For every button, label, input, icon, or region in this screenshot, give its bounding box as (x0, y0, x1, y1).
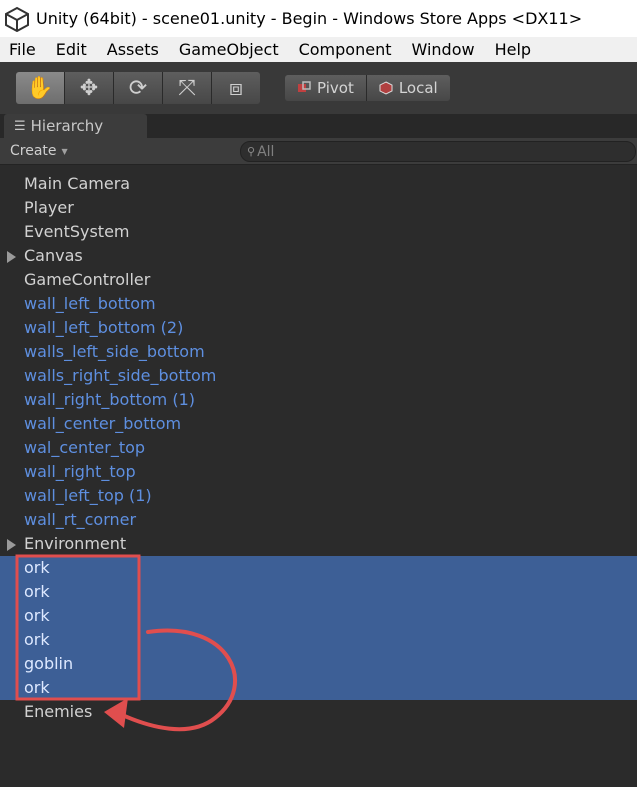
search-icon: ⚲ (247, 145, 256, 158)
hierarchy-item-label: wall_right_top (24, 462, 136, 481)
rotate-icon: ⟳ (128, 75, 148, 101)
menu-component[interactable]: Component (289, 40, 402, 59)
local-label: Local (398, 79, 438, 97)
scale-icon: ⤧ (178, 75, 196, 101)
hierarchy-item-label: Canvas (24, 246, 83, 265)
panel-tab-strip: ☰ Hierarchy (0, 114, 637, 138)
hierarchy-item-label: ork (24, 678, 50, 697)
hierarchy-item-label: wall_rt_corner (24, 510, 137, 529)
hand-icon: ✋ (26, 75, 54, 101)
hierarchy-item-label: EventSystem (24, 222, 130, 241)
hierarchy-item-label: Main Camera (24, 174, 131, 193)
hierarchy-item[interactable]: Enemies (0, 700, 637, 724)
hierarchy-item-label: wall_right_bottom (1) (24, 390, 195, 409)
search-placeholder: All (257, 143, 275, 160)
hierarchy-item-label: wall_left_bottom (24, 294, 156, 313)
pivot-controls: Pivot Local (285, 75, 450, 101)
rect-tool-button[interactable]: ⧈ (212, 72, 260, 104)
menu-assets[interactable]: Assets (97, 40, 169, 59)
rotate-tool-button[interactable]: ⟳ (114, 72, 163, 104)
list-icon: ☰ (14, 118, 26, 134)
hierarchy-item-label: ork (24, 630, 50, 649)
transform-tools: ✋ ✥ ⟳ ⤧ ⧈ (16, 72, 260, 104)
hierarchy-item[interactable]: GameController (0, 268, 637, 292)
hierarchy-item[interactable]: Environment (0, 532, 637, 556)
hierarchy-item-label: ork (24, 606, 50, 625)
scale-tool-button[interactable]: ⤧ (163, 72, 212, 104)
rect-icon: ⧈ (229, 75, 243, 101)
hierarchy-item[interactable]: ork (0, 556, 637, 580)
hierarchy-tree: Main Camera Player EventSystem Canvas GameCo… (0, 172, 637, 724)
hierarchy-toolbar: Create ▼ ⚲ All (0, 138, 637, 165)
hierarchy-item[interactable]: wall_left_bottom (0, 292, 637, 316)
hierarchy-item[interactable]: wall_right_bottom (1) (0, 388, 637, 412)
local-toggle-button[interactable]: Local (366, 75, 450, 101)
move-tool-button[interactable]: ✥ (65, 72, 114, 104)
menu-window[interactable]: Window (401, 40, 484, 59)
hierarchy-item[interactable]: wal_center_top (0, 436, 637, 460)
dropdown-arrow-icon: ▼ (61, 146, 68, 156)
hierarchy-item-label: ork (24, 558, 50, 577)
create-label: Create (10, 143, 57, 159)
hierarchy-item-label: wall_left_bottom (2) (24, 318, 184, 337)
create-dropdown[interactable]: Create ▼ (10, 141, 68, 161)
expand-arrow-icon[interactable] (7, 251, 16, 263)
hierarchy-item[interactable]: walls_left_side_bottom (0, 340, 637, 364)
hierarchy-item[interactable]: EventSystem (0, 220, 637, 244)
unity-logo-icon (5, 6, 29, 32)
hierarchy-item-label: wall_center_bottom (24, 414, 182, 433)
hierarchy-item[interactable]: goblin (0, 652, 637, 676)
hierarchy-item-label: ork (24, 582, 50, 601)
hierarchy-item[interactable]: wall_left_top (1) (0, 484, 637, 508)
hierarchy-item-label: walls_right_side_bottom (24, 366, 217, 385)
hierarchy-item[interactable]: wall_rt_corner (0, 508, 637, 532)
expand-arrow-icon[interactable] (7, 539, 16, 551)
hierarchy-item[interactable]: Main Camera (0, 172, 637, 196)
hierarchy-item[interactable]: wall_right_top (0, 460, 637, 484)
hierarchy-item[interactable]: Canvas (0, 244, 637, 268)
hierarchy-item[interactable]: walls_right_side_bottom (0, 364, 637, 388)
hierarchy-item[interactable]: ork (0, 676, 637, 700)
move-icon: ✥ (79, 75, 99, 101)
pivot-toggle-button[interactable]: Pivot (285, 75, 367, 101)
hierarchy-item[interactable]: ork (0, 580, 637, 604)
hierarchy-item[interactable]: wall_center_bottom (0, 412, 637, 436)
toolbar: ✋ ✥ ⟳ ⤧ ⧈ Pivot Local (0, 62, 637, 114)
tab-hierarchy-label: Hierarchy (30, 117, 104, 135)
pivot-label: Pivot (317, 79, 354, 97)
window-title: Unity (64bit) - scene01.unity - Begin - … (36, 9, 583, 28)
hierarchy-item[interactable]: Player (0, 196, 637, 220)
hierarchy-item-label: GameController (24, 270, 151, 289)
hand-tool-button[interactable]: ✋ (16, 72, 65, 104)
hierarchy-item-label: wal_center_top (24, 438, 146, 457)
title-bar: Unity (64bit) - scene01.unity - Begin - … (0, 0, 637, 37)
hierarchy-search-field[interactable]: ⚲ All (240, 141, 636, 162)
menu-edit[interactable]: Edit (46, 40, 97, 59)
hierarchy-item-label: wall_left_top (1) (24, 486, 152, 505)
menu-file[interactable]: File (0, 40, 46, 59)
menu-bar: File Edit Assets GameObject Component Wi… (0, 37, 637, 62)
pivot-icon (298, 81, 311, 92)
hierarchy-item-label: goblin (24, 654, 74, 673)
hierarchy-item[interactable]: wall_left_bottom (2) (0, 316, 637, 340)
menu-help[interactable]: Help (485, 40, 541, 59)
menu-gameobject[interactable]: GameObject (169, 40, 289, 59)
tab-hierarchy[interactable]: ☰ Hierarchy (4, 114, 147, 138)
hierarchy-item[interactable]: ork (0, 604, 637, 628)
hierarchy-item[interactable]: ork (0, 628, 637, 652)
hierarchy-item-label: Enemies (24, 702, 93, 721)
local-icon (379, 81, 393, 95)
hierarchy-item-label: Environment (24, 534, 127, 553)
hierarchy-item-label: walls_left_side_bottom (24, 342, 205, 361)
hierarchy-item-label: Player (24, 198, 74, 217)
